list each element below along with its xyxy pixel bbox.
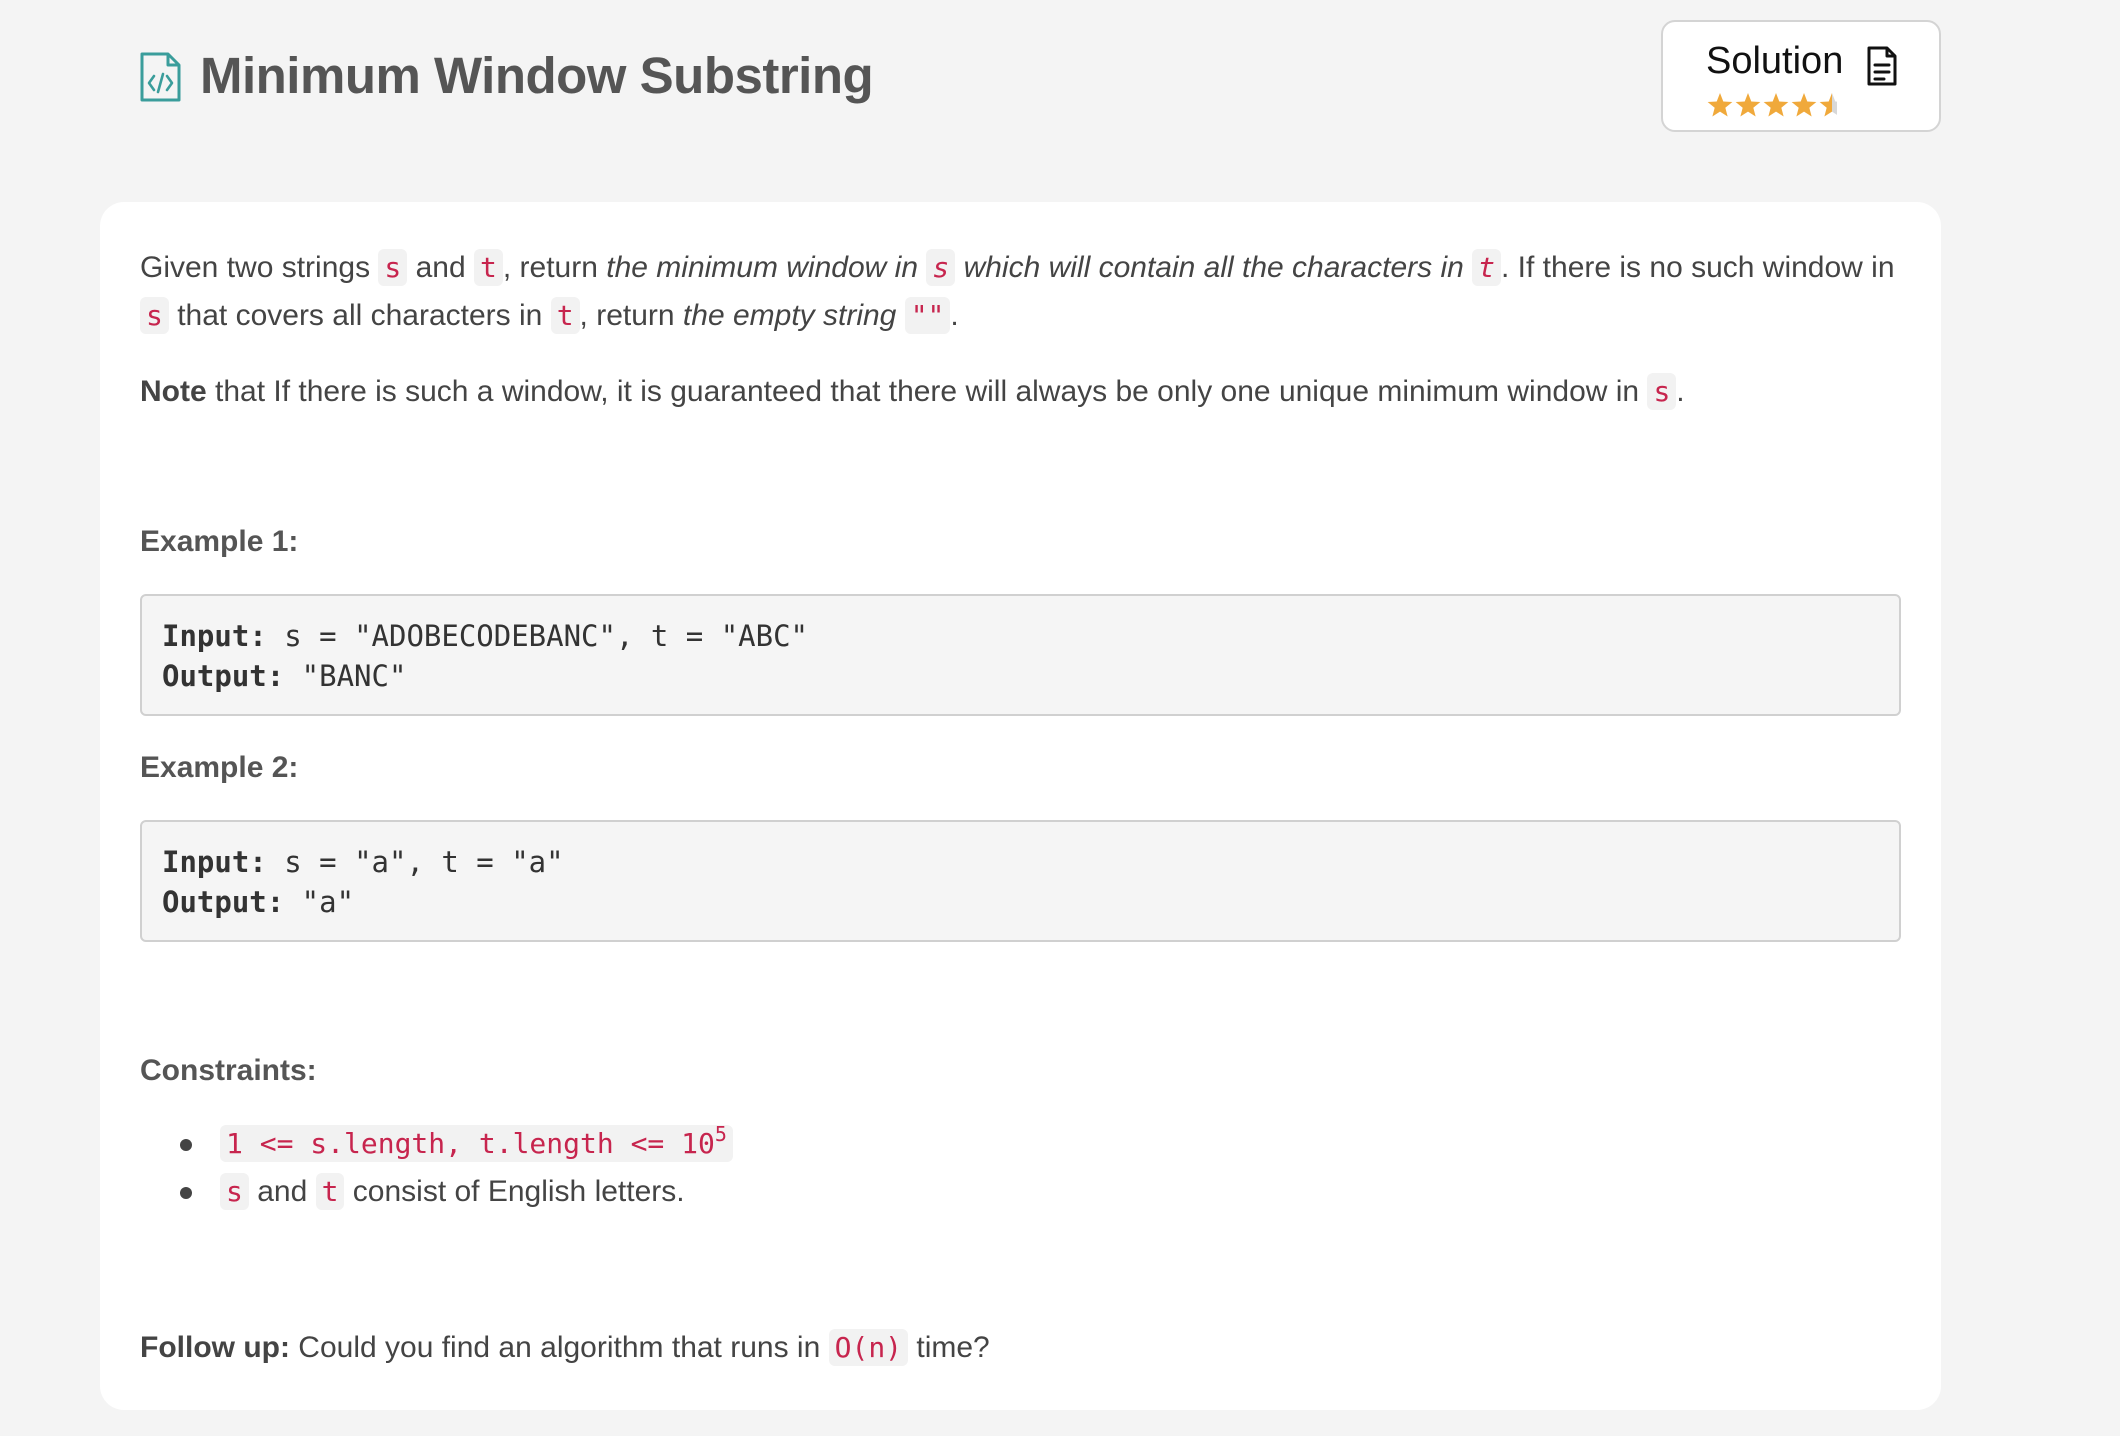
page-title: Minimum Window Substring bbox=[200, 47, 874, 104]
follow-up-paragraph: Follow up: Could you find an algorithm t… bbox=[140, 1329, 990, 1366]
constraint-item: 1 <= s.length, t.length <= 105 bbox=[180, 1120, 733, 1168]
constraint-item: s and t consist of English letters. bbox=[180, 1168, 733, 1216]
note-paragraph: Note that If there is such a window, it … bbox=[140, 373, 1685, 410]
document-icon bbox=[1867, 46, 1897, 86]
solution-label: Solution bbox=[1706, 40, 1844, 82]
bullet-icon bbox=[180, 1139, 192, 1151]
star-icon bbox=[1763, 93, 1789, 117]
description-paragraph-2: s that covers all characters in t, retur… bbox=[140, 292, 959, 340]
example-2-heading: Example 2: bbox=[140, 751, 299, 784]
problem-description-card: Given two strings s and t, return the mi… bbox=[100, 202, 1941, 1410]
star-icon bbox=[1819, 93, 1837, 117]
rating-stars bbox=[1707, 93, 1837, 117]
example-2-block: Input: s = "a", t = "a" Output: "a" bbox=[140, 820, 1901, 942]
example-1-heading: Example 1: bbox=[140, 525, 299, 558]
constraints-list: 1 <= s.length, t.length <= 105 s and t c… bbox=[180, 1120, 733, 1216]
star-icon bbox=[1791, 93, 1817, 117]
star-icon bbox=[1707, 93, 1733, 117]
solution-button[interactable]: Solution bbox=[1661, 20, 1941, 132]
example-1-block: Input: s = "ADOBECODEBANC", t = "ABC" Ou… bbox=[140, 594, 1901, 716]
bullet-icon bbox=[180, 1187, 192, 1199]
problem-header: Minimum Window Substring Solution bbox=[0, 0, 2120, 190]
code-file-icon bbox=[140, 52, 181, 102]
star-icon bbox=[1735, 93, 1761, 117]
description-paragraph-1: Given two strings s and t, return the mi… bbox=[140, 249, 1895, 286]
constraints-heading: Constraints: bbox=[140, 1054, 317, 1087]
